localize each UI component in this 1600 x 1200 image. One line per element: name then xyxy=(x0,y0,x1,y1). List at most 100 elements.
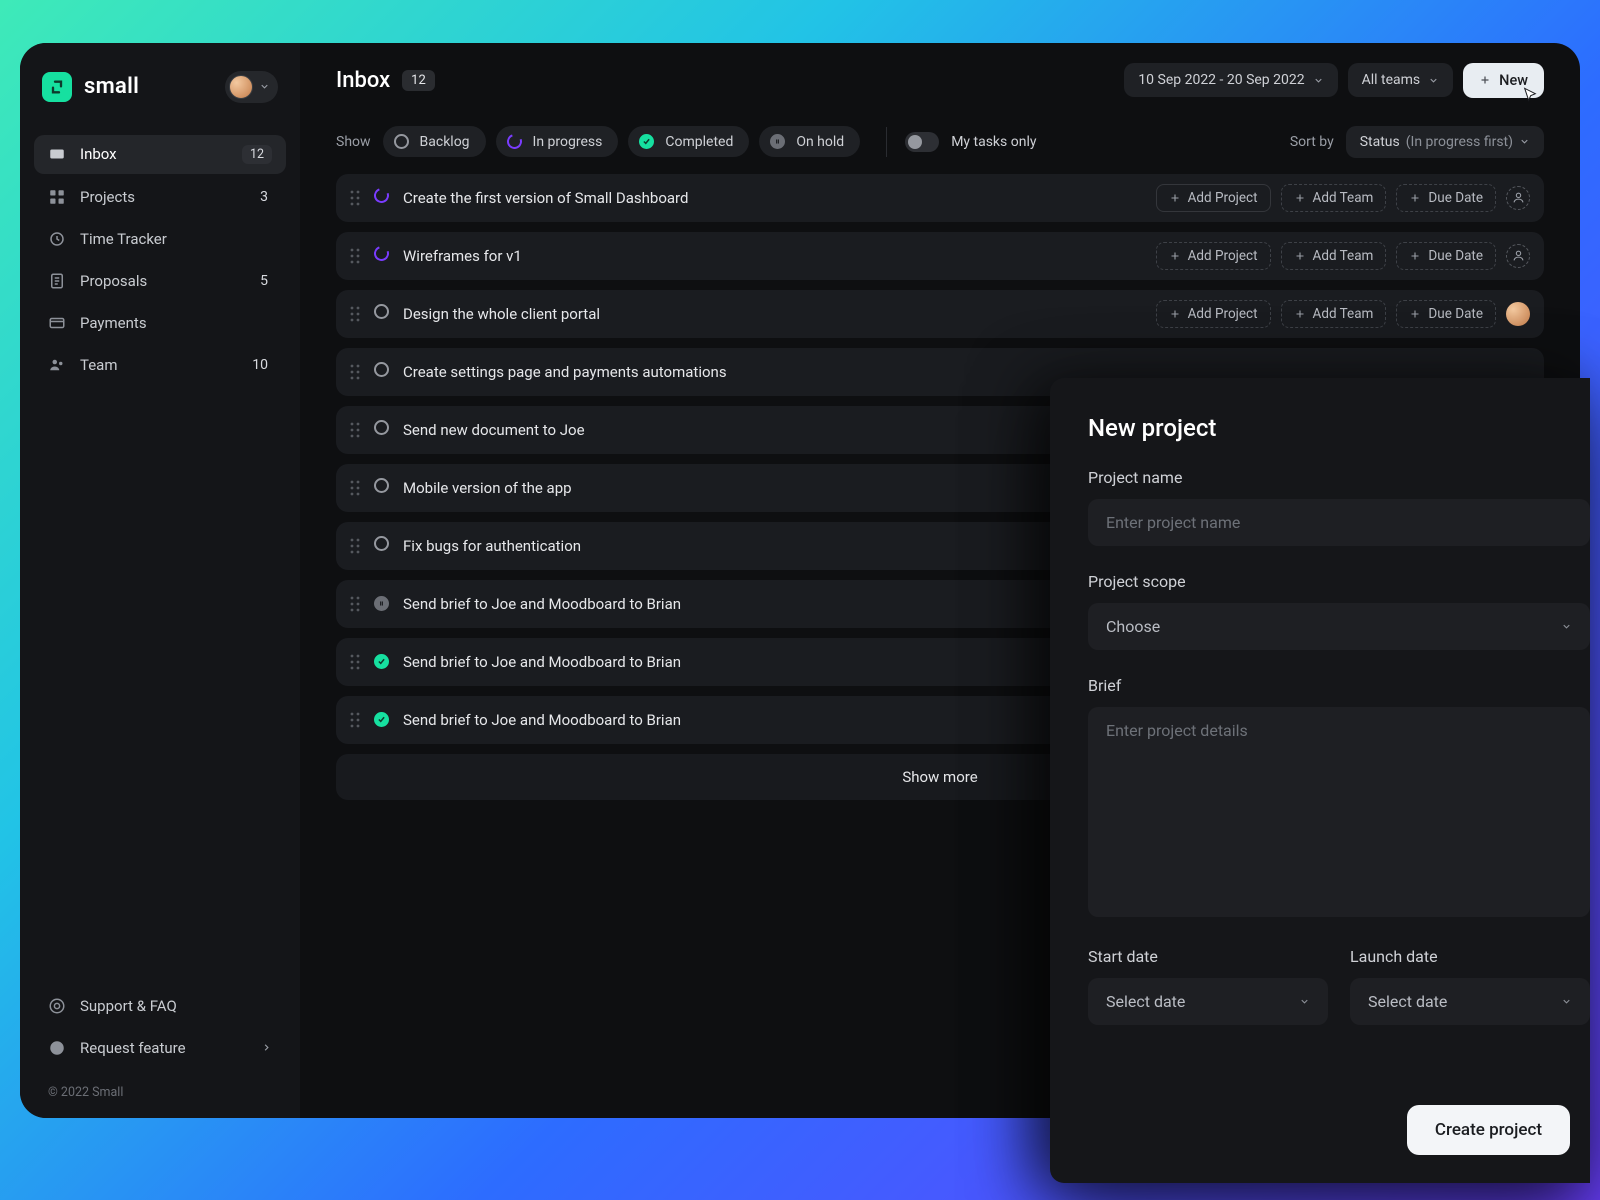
drag-handle[interactable] xyxy=(350,654,360,670)
sidebar-count: 3 xyxy=(260,189,272,205)
team-filter[interactable]: All teams xyxy=(1348,63,1454,97)
plus-icon xyxy=(1409,250,1421,262)
brand-name: small xyxy=(84,74,139,99)
chevron-down-icon xyxy=(259,81,270,92)
project-name-label: Project name xyxy=(1088,468,1590,487)
chevron-down-icon xyxy=(1313,75,1324,86)
brief-textarea[interactable] xyxy=(1088,707,1590,917)
drag-icon xyxy=(350,248,360,264)
sidebar-item-label: Team xyxy=(80,356,118,374)
team-icon xyxy=(48,356,66,374)
sidebar-item-label: Proposals xyxy=(80,272,147,290)
sidebar-item-team[interactable]: Team 10 xyxy=(34,346,286,384)
sidebar-item-payments[interactable]: Payments xyxy=(34,304,286,342)
drag-handle[interactable] xyxy=(350,364,360,380)
start-date-select[interactable]: Select date xyxy=(1088,978,1328,1025)
status-backlog-icon xyxy=(374,536,389,551)
task-row[interactable]: Create the first version of Small Dashbo… xyxy=(336,174,1544,222)
chevron-down-icon xyxy=(1561,996,1572,1007)
status-backlog-icon xyxy=(374,478,389,493)
add-project-pill[interactable]: Add Project xyxy=(1156,300,1271,328)
assignee-avatar[interactable] xyxy=(1506,302,1530,326)
project-name-input[interactable] xyxy=(1088,499,1590,546)
sort-label: Sort by xyxy=(1290,134,1334,150)
avatar xyxy=(229,75,253,99)
add-team-pill[interactable]: Add Team xyxy=(1281,300,1387,328)
date-range-picker[interactable]: 10 Sep 2022 - 20 Sep 2022 xyxy=(1124,63,1337,97)
sidebar-item-projects[interactable]: Projects 3 xyxy=(34,178,286,216)
sidebar-count: 10 xyxy=(252,357,272,373)
drag-handle[interactable] xyxy=(350,422,360,438)
drag-icon xyxy=(350,480,360,496)
due-date-pill[interactable]: Due Date xyxy=(1396,242,1496,270)
help-icon xyxy=(48,997,66,1015)
assignee-empty[interactable] xyxy=(1506,186,1530,210)
filter-on-hold[interactable]: On hold xyxy=(759,126,860,157)
my-tasks-label: My tasks only xyxy=(951,134,1036,150)
plus-icon xyxy=(1294,250,1306,262)
drag-handle[interactable] xyxy=(350,712,360,728)
panel-title: New project xyxy=(1088,414,1590,442)
status-done-icon xyxy=(639,134,654,149)
drag-handle[interactable] xyxy=(350,248,360,264)
user-menu[interactable] xyxy=(225,71,278,103)
launch-date-select[interactable]: Select date xyxy=(1350,978,1590,1025)
filter-backlog[interactable]: Backlog xyxy=(383,126,486,157)
inbox-icon xyxy=(48,145,66,163)
drag-handle[interactable] xyxy=(350,190,360,206)
drag-handle[interactable] xyxy=(350,306,360,322)
drag-icon xyxy=(350,364,360,380)
plus-icon xyxy=(1409,308,1421,320)
sidebar-item-time-tracker[interactable]: Time Tracker xyxy=(34,220,286,258)
add-project-pill[interactable]: Add Project xyxy=(1156,242,1271,270)
plus-icon xyxy=(1169,308,1181,320)
status-hold-icon xyxy=(374,596,389,611)
task-title: Design the whole client portal xyxy=(403,305,1142,323)
status-progress-icon xyxy=(372,186,392,206)
project-scope-label: Project scope xyxy=(1088,572,1590,591)
task-row[interactable]: Design the whole client portal Add Projec… xyxy=(336,290,1544,338)
page-title-badge: 12 xyxy=(402,70,435,91)
page-title: Inbox xyxy=(336,68,390,93)
drag-icon xyxy=(350,654,360,670)
sidebar-item-support[interactable]: Support & FAQ xyxy=(34,987,286,1025)
task-title: Wireframes for v1 xyxy=(403,247,1142,265)
create-project-button[interactable]: Create project xyxy=(1407,1105,1570,1155)
sidebar: small Inbox 12 Projects 3 Time Tracker P… xyxy=(20,43,300,1118)
status-progress-icon xyxy=(372,244,392,264)
drag-handle[interactable] xyxy=(350,538,360,554)
due-date-pill[interactable]: Due Date xyxy=(1396,300,1496,328)
task-row[interactable]: Wireframes for v1 Add Project Add Team Due … xyxy=(336,232,1544,280)
sort-select[interactable]: Status (In progress first) xyxy=(1346,126,1544,158)
drag-handle[interactable] xyxy=(350,480,360,496)
filter-completed[interactable]: Completed xyxy=(628,126,749,157)
sidebar-item-proposals[interactable]: Proposals 5 xyxy=(34,262,286,300)
drag-icon xyxy=(350,538,360,554)
add-team-pill[interactable]: Add Team xyxy=(1281,242,1387,270)
clock-icon xyxy=(48,230,66,248)
primary-nav: Inbox 12 Projects 3 Time Tracker Proposa… xyxy=(20,129,300,390)
chevron-down-icon xyxy=(1519,136,1530,147)
due-date-pill[interactable]: Due Date xyxy=(1396,184,1496,212)
check-badge-icon xyxy=(48,1039,66,1057)
drag-handle[interactable] xyxy=(350,596,360,612)
status-done-icon xyxy=(374,712,389,727)
new-button[interactable]: New xyxy=(1463,63,1544,98)
add-project-pill[interactable]: Add Project xyxy=(1156,184,1271,212)
sidebar-item-inbox[interactable]: Inbox 12 xyxy=(34,135,286,174)
filter-in-progress[interactable]: In progress xyxy=(496,126,619,157)
chevron-down-icon xyxy=(1428,75,1439,86)
my-tasks-toggle[interactable] xyxy=(905,132,939,152)
new-project-panel: New project Project name Project scope C… xyxy=(1050,378,1590,1183)
drag-icon xyxy=(350,306,360,322)
file-icon xyxy=(48,272,66,290)
assignee-empty[interactable] xyxy=(1506,244,1530,268)
sidebar-count: 12 xyxy=(242,145,272,164)
task-title: Create the first version of Small Dashbo… xyxy=(403,189,1142,207)
add-team-pill[interactable]: Add Team xyxy=(1281,184,1387,212)
sidebar-item-request[interactable]: Request feature xyxy=(34,1029,286,1067)
project-scope-select[interactable]: Choose xyxy=(1088,603,1590,650)
start-date-label: Start date xyxy=(1088,947,1328,966)
cursor-icon xyxy=(1522,86,1538,104)
brand-logo xyxy=(42,72,72,102)
